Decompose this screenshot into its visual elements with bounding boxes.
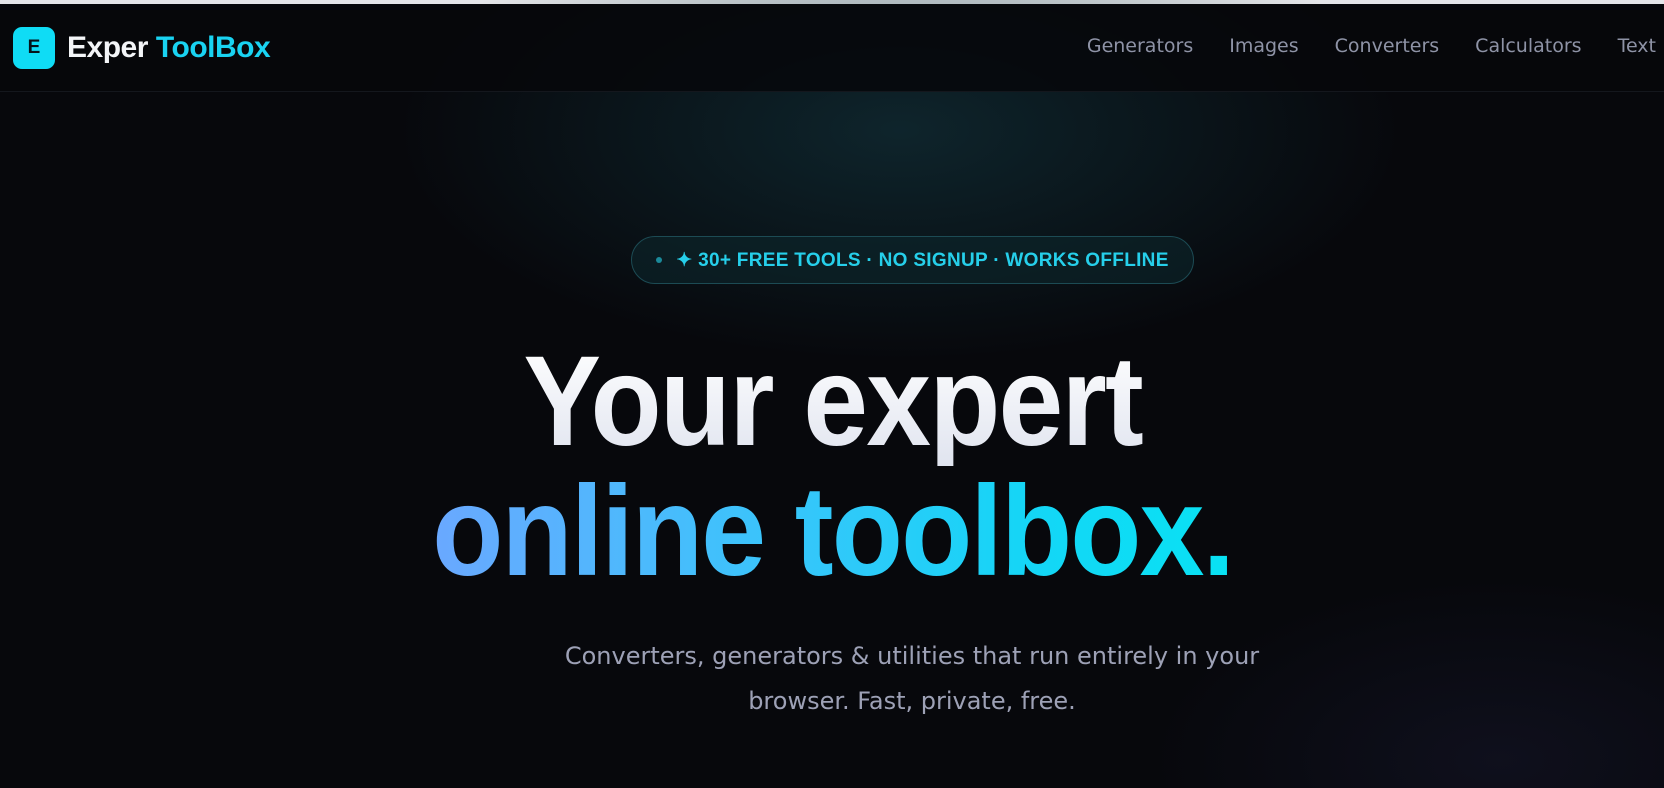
nav-link-calculators[interactable]: Calculators [1475, 35, 1581, 57]
headline-line1: Your expert [0, 338, 1664, 466]
brand-name-word1: Exper [67, 31, 148, 64]
hero-headline: Your expert online toolbox. [0, 338, 1664, 596]
feature-badge: ✦ 30+ FREE TOOLS · NO SIGNUP · WORKS OFF… [631, 236, 1194, 284]
headline-line2: online toolbox. [432, 460, 1235, 603]
site-header: E Exper ToolBox Generators Images Convert… [0, 4, 1664, 92]
nav-link-images[interactable]: Images [1229, 35, 1298, 57]
hero-subtitle: Converters, generators & utilities that … [564, 642, 1260, 715]
brand-name-word2: ToolBox [155, 31, 271, 64]
page: E Exper ToolBox Generators Images Convert… [0, 0, 1664, 788]
main-nav: Generators Images Converters Calculators… [1087, 35, 1664, 57]
brand-logo-link[interactable]: E Exper ToolBox [13, 27, 271, 69]
headline-line2-wrapper: online toolbox. [0, 468, 1664, 596]
nav-link-converters[interactable]: Converters [1335, 35, 1440, 57]
badge-text: ✦ 30+ FREE TOOLS · NO SIGNUP · WORKS OFF… [676, 249, 1169, 271]
logo-mark-icon: E [13, 27, 55, 69]
nav-link-generators[interactable]: Generators [1087, 35, 1193, 57]
nav-link-text[interactable]: Text [1618, 35, 1656, 57]
brand-name: Exper ToolBox [67, 31, 271, 65]
badge-dot-icon [656, 257, 663, 263]
